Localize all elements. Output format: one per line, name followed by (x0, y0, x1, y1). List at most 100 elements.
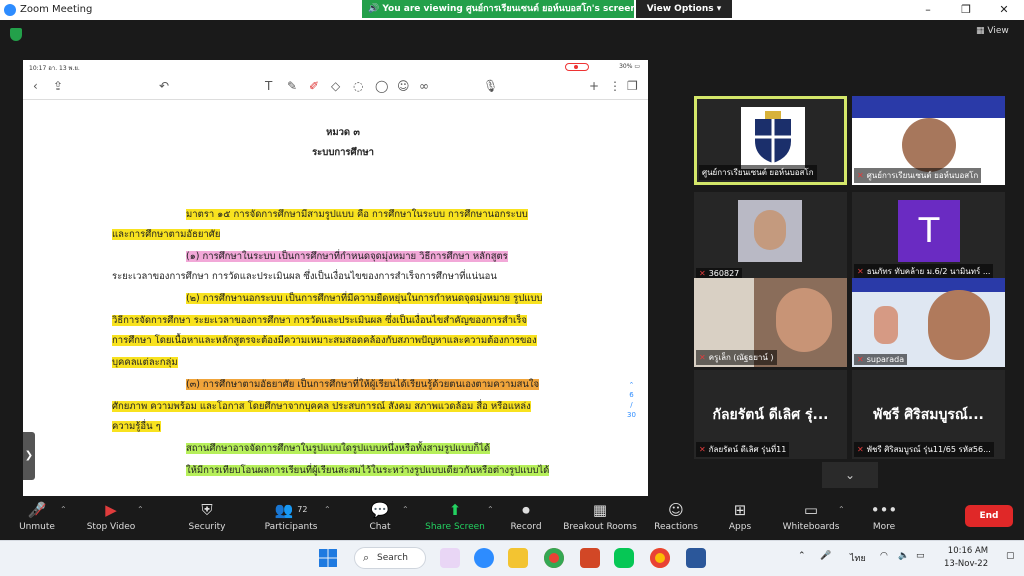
doc-line: (๒) การศึกษานอกระบบ เป็นการศึกษาที่มีควา… (186, 293, 543, 304)
doc-line: (๓) การศึกษาตามอัธยาศัย เป็นการศึกษาที่ใ… (186, 379, 540, 390)
participants-button[interactable]: 👥 72 Participants (258, 501, 324, 532)
text-tool-icon[interactable]: T (265, 79, 272, 93)
video-tile[interactable]: ✕ ศูนย์การเรียนเซนต์ ยอห์นบอสโก (852, 96, 1005, 185)
restore-icon[interactable]: ❐ (956, 2, 976, 18)
record-button[interactable]: ⏺ Record (506, 501, 546, 532)
participant-name: ✕ ศูนย์การเรียนเซนต์ ยอห์นบอสโก (854, 168, 982, 183)
participant-name: ✕ กัลยรัตน์ ดีเลิศ รุ่นที่11 (696, 442, 790, 457)
share-screen-button[interactable]: ⬆ Share Screen (424, 501, 486, 532)
mic-muted-icon: ✕ (699, 269, 706, 278)
participant-face (902, 118, 956, 172)
pages-icon[interactable]: ❐ (627, 79, 638, 93)
reactions-button[interactable]: ☺ Reactions (652, 501, 700, 532)
clock-time: 10:16 AM (947, 546, 989, 556)
doc-line: และการศึกษาตามอัธยาศัย (112, 229, 221, 240)
mic-muted-icon: ✕ (857, 171, 864, 180)
zoom-logo-icon (4, 4, 16, 16)
video-tile[interactable]: ✕ ครูเล็ก (ณัฐธยาน์ ) (694, 278, 847, 367)
viewing-banner-text: You are viewing ศูนย์การเรียนเซนต์ ยอห์น… (382, 4, 634, 14)
battery-icon[interactable]: ▭ (916, 551, 925, 561)
reactions-icon: ☺ (668, 501, 684, 519)
end-meeting-button[interactable]: End (965, 505, 1013, 527)
whiteboards-button[interactable]: ▭ Whiteboards (778, 501, 844, 532)
banner-background (852, 278, 1005, 292)
window-title: Zoom Meeting (20, 4, 93, 15)
highlighter-icon[interactable]: ✐ (309, 79, 319, 93)
volume-icon[interactable]: 🔈 (898, 551, 909, 561)
windows-start-icon[interactable] (318, 548, 338, 568)
doc-line: บุคคลแต่ละกลุ่ม (112, 357, 178, 368)
audio-options-caret[interactable]: ⌃ (60, 505, 67, 514)
eraser-icon[interactable]: ◇ (331, 79, 340, 93)
back-icon[interactable]: ‹ (33, 79, 38, 93)
more-options-icon[interactable]: ⋮ (609, 79, 621, 93)
gallery-next-page-button[interactable]: ⌄ (822, 462, 878, 488)
mic-muted-icon: ✕ (857, 267, 864, 276)
apps-button[interactable]: ⊞ Apps (724, 501, 756, 532)
file-explorer-icon[interactable] (508, 548, 528, 568)
video-tile[interactable]: ศูนย์การเรียนเซนต์ ยอห์นบอสโก (694, 96, 847, 185)
recording-indicator-icon (565, 63, 589, 71)
taskbar-search[interactable]: Search (354, 547, 426, 569)
line-app-icon[interactable] (614, 548, 634, 568)
sticker-icon[interactable]: ☺ (397, 79, 410, 93)
chapter-title: ระบบการศึกษา (312, 147, 374, 158)
view-layout-button[interactable]: ▦ View (976, 26, 1009, 36)
video-tile[interactable]: ✕ 360827 (694, 192, 847, 281)
share-icon[interactable]: ⇪ (53, 79, 63, 93)
participants-icon: 👥 72 (274, 501, 308, 519)
shape-icon[interactable]: ◯ (375, 79, 388, 93)
view-options-button[interactable]: View Options ▾ (636, 0, 732, 18)
word-icon[interactable] (686, 548, 706, 568)
zoom-app-icon[interactable] (474, 548, 494, 568)
breakout-rooms-icon: ▦ (592, 501, 608, 519)
security-shield-icon[interactable] (10, 28, 22, 41)
doc-line: วิธีการจัดการศึกษา ระยะเวลาของการศึกษา ก… (112, 315, 527, 326)
participants-options-caret[interactable]: ⌃ (324, 505, 331, 514)
participant-name: ✕ suparada (854, 354, 908, 365)
security-button[interactable]: ⛨ Security (182, 501, 232, 532)
breakout-rooms-button[interactable]: ▦ Breakout Rooms (562, 501, 638, 532)
avatar: T (898, 200, 960, 262)
video-options-caret[interactable]: ⌃ (137, 505, 144, 514)
raised-hand (874, 306, 898, 344)
side-panel-toggle[interactable]: ❯ (23, 432, 35, 480)
stop-video-button[interactable]: ▶ Stop Video (80, 501, 142, 532)
tray-overflow-icon[interactable]: ⌃ (798, 551, 806, 561)
pen-tool-icon[interactable]: ✎ (287, 79, 297, 93)
mic-muted-icon: 🎤̸ (27, 501, 47, 519)
doc-line: มาตรา ๑๕ การจัดการศึกษามีสามรูปแบบ คือ ก… (186, 209, 528, 220)
more-button[interactable]: ••• More (866, 501, 902, 532)
powerpoint-icon[interactable] (580, 548, 600, 568)
video-tile[interactable]: ✕ suparada (852, 278, 1005, 367)
unmute-button[interactable]: 🎤̸ Unmute (12, 501, 62, 532)
banner-background (852, 96, 1005, 118)
link-icon[interactable]: ∞ (419, 79, 429, 93)
video-tile[interactable]: กัลยรัตน์ ดีเลิศ รุ่... ✕ กัลยรัตน์ ดีเลิ… (694, 370, 847, 459)
video-tile[interactable]: T ✕ ธนภัทร ทับคล้าย ม.6/2 นามินทร์ ... (852, 192, 1005, 281)
participant-name: ✕ ธนภัทร ทับคล้าย ม.6/2 นามินทร์ ... (854, 264, 994, 279)
minimize-icon[interactable]: – (918, 2, 938, 18)
microphone-icon[interactable]: 🎙 (483, 79, 498, 93)
chrome-profile-icon[interactable] (650, 548, 670, 568)
apps-icon: ⊞ (733, 501, 747, 519)
chrome-icon[interactable] (544, 548, 564, 568)
wifi-icon[interactable]: ◠ (880, 551, 888, 561)
input-language[interactable]: ไทย (850, 551, 866, 565)
more-icon: ••• (870, 501, 898, 519)
notification-icon[interactable]: ▢ (1006, 551, 1015, 561)
taskbar-clock[interactable]: 10:16 AM 13-Nov-22 (944, 545, 988, 571)
snipping-tool-icon[interactable] (440, 548, 460, 568)
video-tile[interactable]: พัชรี ศิริสมบูรณ์... ✕ พัชรี ศิริสมบูรณ์ … (852, 370, 1005, 459)
share-options-caret[interactable]: ⌃ (487, 505, 494, 514)
whiteboard-icon: ▭ (803, 501, 819, 519)
close-icon[interactable]: ✕ (994, 2, 1014, 18)
whiteboard-options-caret[interactable]: ⌃ (838, 505, 845, 514)
mic-muted-icon: ✕ (699, 445, 706, 454)
mic-tray-icon[interactable]: 🎤 (820, 551, 831, 561)
chat-button[interactable]: 💬 Chat (360, 501, 400, 532)
chat-options-caret[interactable]: ⌃ (402, 505, 409, 514)
add-page-icon[interactable]: + (589, 79, 599, 93)
lasso-icon[interactable]: ◌ (353, 79, 363, 93)
undo-icon[interactable]: ↶ (159, 79, 169, 93)
